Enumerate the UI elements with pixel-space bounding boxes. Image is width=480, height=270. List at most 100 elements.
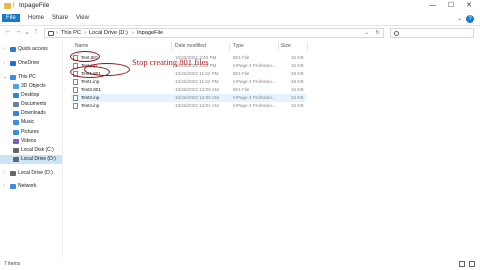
- breadcrumb-local-drive[interactable]: Local Drive (D:): [89, 30, 128, 36]
- computer-icon: [48, 31, 54, 36]
- drive-icon: [10, 171, 16, 176]
- status-bar: 7 items: [0, 258, 480, 270]
- chevron-down-icon[interactable]: ⌄: [3, 74, 7, 80]
- tab-view[interactable]: View: [76, 15, 89, 21]
- table-row[interactable]: Test1.inp 10/25/2022 11:52 PM InPage 3 P…: [71, 78, 306, 86]
- file-date: 10/25/2022 11:52 PM: [175, 71, 219, 76]
- sidebar-item-network[interactable]: › Network: [0, 182, 62, 191]
- help-icon[interactable]: ?: [466, 15, 474, 23]
- large-icons-view-icon[interactable]: [469, 261, 475, 267]
- search-input[interactable]: [390, 28, 474, 38]
- column-divider[interactable]: [171, 42, 172, 51]
- computer-icon: [10, 75, 16, 80]
- tab-file[interactable]: File: [2, 14, 20, 22]
- annotation-circle: [70, 51, 100, 62]
- file-name: Test3.inp: [81, 95, 100, 100]
- drive-icon: [13, 148, 19, 153]
- up-button[interactable]: ↑: [32, 28, 40, 35]
- file-size: 48 KB: [291, 79, 304, 84]
- sidebar-item-label: Local Drive (D:): [21, 156, 56, 162]
- sidebar-item-local-disk-c[interactable]: Local Disk (C:): [0, 146, 62, 155]
- address-bar[interactable]: › This PC › Local Drive (D:) › InpageFil…: [44, 28, 384, 38]
- file-type: 801 File: [233, 87, 250, 92]
- search-icon: [394, 31, 399, 36]
- navigation-bar: ← → ⌄ ↑ › This PC › Local Drive (D:) › I…: [0, 26, 480, 39]
- chevron-right-icon[interactable]: ›: [3, 183, 5, 189]
- column-header-date[interactable]: Date modified: [175, 43, 206, 49]
- sidebar-item-videos[interactable]: Videos: [0, 137, 62, 146]
- sidebar-item-label: Downloads: [21, 110, 46, 116]
- tab-share[interactable]: Share: [52, 15, 68, 21]
- chevron-right-icon[interactable]: ›: [3, 60, 5, 66]
- breadcrumb-inpagefile[interactable]: InpageFile: [137, 30, 163, 36]
- column-header-type[interactable]: Type: [233, 43, 244, 49]
- inpage-file-icon: [73, 103, 78, 109]
- documents-icon: [13, 102, 19, 107]
- file-size: 16 KB: [291, 103, 304, 108]
- address-dropdown-icon[interactable]: ⌄: [364, 30, 369, 36]
- details-view-icon[interactable]: [459, 261, 465, 267]
- file-name: Test1.inp: [81, 79, 100, 84]
- forward-button[interactable]: →: [14, 28, 22, 35]
- sidebar-item-quick-access[interactable]: › Quick access: [0, 45, 62, 54]
- inpage-file-icon: [73, 95, 78, 101]
- file-size: 32 KB: [291, 63, 304, 68]
- sidebar-item-3d-objects[interactable]: 3D Objects: [0, 82, 62, 91]
- recent-dropdown-button[interactable]: ⌄: [23, 28, 31, 36]
- maximize-button[interactable]: ☐: [442, 0, 460, 12]
- sidebar-item-label: Videos: [21, 138, 37, 144]
- chevron-right-icon[interactable]: ›: [3, 170, 5, 176]
- file-date: 10/26/2022 12:00 AM: [175, 95, 219, 100]
- download-icon: [13, 111, 19, 116]
- sidebar-item-music[interactable]: Music: [0, 118, 62, 127]
- chevron-right-icon[interactable]: ›: [3, 46, 5, 52]
- table-row[interactable]: Test3.inp 10/26/2022 12:00 AM InPage 3 P…: [71, 94, 306, 102]
- sidebar-item-pictures[interactable]: Pictures: [0, 128, 62, 137]
- back-button[interactable]: ←: [4, 28, 12, 35]
- sidebar-item-label: Pictures: [21, 129, 40, 135]
- column-divider[interactable]: [278, 42, 279, 51]
- tab-home[interactable]: Home: [28, 15, 44, 21]
- sidebar-item-desktop[interactable]: Desktop: [0, 91, 62, 100]
- file-type: InPage 3 Professio...: [233, 103, 276, 108]
- file-type: 801 File: [233, 55, 250, 60]
- sidebar-item-documents[interactable]: Documents: [0, 100, 62, 109]
- inpage-file-icon: [73, 79, 78, 85]
- sidebar-item-local-drive-d[interactable]: Local Drive (D:): [0, 155, 62, 164]
- minimize-button[interactable]: —: [424, 0, 442, 12]
- file-size: 48 KB: [291, 71, 304, 76]
- column-divider[interactable]: [229, 42, 230, 51]
- sidebar-item-label: Music: [21, 119, 35, 125]
- column-header-name[interactable]: Name: [75, 43, 88, 49]
- pictures-icon: [13, 130, 19, 135]
- desktop-icon: [13, 93, 19, 98]
- sidebar-item-this-pc[interactable]: ⌄ This PC: [0, 73, 62, 82]
- refresh-icon[interactable]: ↻: [375, 30, 380, 36]
- file-type: InPage 3 Professio...: [233, 95, 276, 100]
- sidebar-item-label: OneDrive: [18, 60, 40, 66]
- column-header-size[interactable]: Size: [281, 43, 291, 49]
- annotation-text: Stop creating 801 files: [132, 57, 209, 67]
- breadcrumb-this-pc[interactable]: This PC: [61, 30, 81, 36]
- sidebar-item-label: Documents: [21, 101, 47, 107]
- table-row[interactable]: Test4.inp 10/26/2022 12:01 AM InPage 3 P…: [71, 102, 306, 110]
- file-date: 10/25/2022 11:52 PM: [175, 79, 219, 84]
- folder-icon: [4, 3, 11, 9]
- sidebar-item-onedrive[interactable]: › OneDrive: [0, 59, 62, 68]
- sidebar-item-downloads[interactable]: Downloads: [0, 109, 62, 118]
- music-icon: [13, 120, 19, 125]
- sidebar-item-label: Quick access: [18, 46, 48, 52]
- sidebar-item-label: Network: [18, 183, 37, 189]
- sidebar-item-local-drive-d-root[interactable]: › Local Drive (D:): [0, 169, 62, 178]
- file-date: 10/26/2022 12:00 AM: [175, 87, 219, 92]
- close-button[interactable]: ✕: [460, 0, 478, 12]
- column-divider[interactable]: [307, 42, 308, 51]
- expand-ribbon-icon[interactable]: ⌄: [457, 15, 462, 22]
- file-icon: [73, 87, 78, 93]
- cube-icon: [13, 84, 19, 89]
- ribbon: File Home Share View ⌄ ?: [0, 12, 480, 26]
- sidebar-item-label: This PC: [18, 74, 36, 80]
- table-row[interactable]: Test3.801 10/26/2022 12:00 AM 801 File 1…: [71, 86, 306, 94]
- file-type: InPage 3 Professio...: [233, 63, 276, 68]
- file-size: 16 KB: [291, 87, 304, 92]
